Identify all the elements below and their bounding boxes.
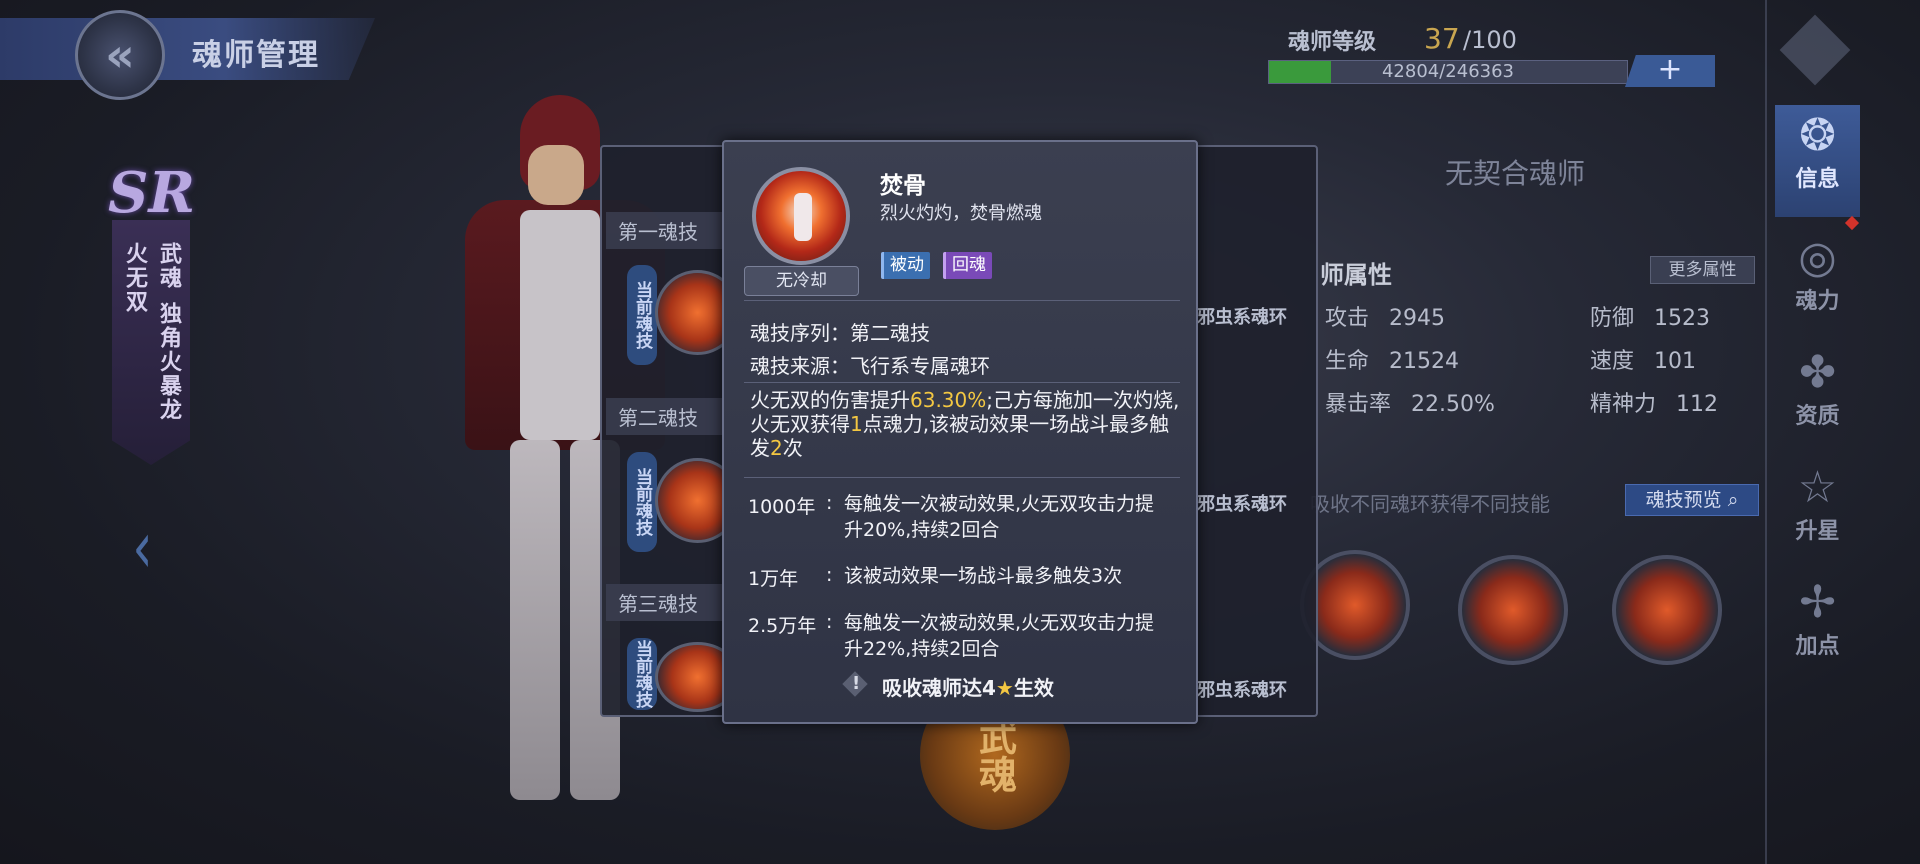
star-up-icon: ☆ xyxy=(1797,462,1838,513)
more-attributes-button[interactable]: 更多属性 xyxy=(1650,256,1755,284)
tier-colon: : xyxy=(826,564,833,586)
skill-portrait-icon xyxy=(752,167,850,265)
skill-name: 焚骨 xyxy=(880,173,926,199)
attr-attack: 攻击 2945 xyxy=(1325,306,1446,331)
soul-ring-slot[interactable] xyxy=(1458,555,1568,665)
tag-return-soul: 回魂 xyxy=(943,252,992,279)
level-max: /100 xyxy=(1463,26,1517,54)
character-name: 火无双 xyxy=(122,242,147,314)
level-label: 魂师等级 xyxy=(1288,30,1377,55)
back-chevron-icon: « xyxy=(105,28,135,82)
notification-dot-icon xyxy=(1844,215,1860,231)
partner-status: 无契合魂师 xyxy=(1445,157,1586,190)
skill-section-3[interactable]: 第三魂技 xyxy=(606,584,724,621)
exp-text: 42804/246363 xyxy=(1381,61,1515,82)
tier-year: 2.5万年 xyxy=(748,615,817,637)
skill-section-2[interactable]: 第二魂技 xyxy=(606,398,724,435)
nav-add-point[interactable]: ✢ 加点 xyxy=(1775,578,1860,660)
skill-section-1[interactable]: 第一魂技 xyxy=(606,212,724,249)
nav-star-up[interactable]: ☆ 升星 xyxy=(1775,463,1860,545)
tier-colon: : xyxy=(826,492,833,514)
attr-defense: 防御 1523 xyxy=(1590,306,1711,331)
nav-info[interactable]: ❂ 信息 xyxy=(1775,105,1860,217)
skill-description: 火无双的伤害提升63.30%;己方每施加一次灼烧,火无双获得1点魂力,该被动效果… xyxy=(750,388,1180,460)
menu-diamond-icon[interactable] xyxy=(1779,14,1851,86)
level-up-button[interactable]: + xyxy=(1625,55,1715,87)
game-screen: « 魂师管理 SR 火无双 武魂 独角火暴龙 ‹ 魂师等级 37 /100 42… xyxy=(0,0,1920,864)
skill-detail-popup: 无冷却 焚骨 烈火灼灼，焚骨燃魂 被动 回魂 魂技序列：第二魂技 魂技来源：飞行… xyxy=(722,140,1198,724)
search-icon: ⌕ xyxy=(1727,489,1739,511)
attr-hp: 生命 21524 xyxy=(1325,349,1460,374)
nav-aptitude[interactable]: ✤ 资质 xyxy=(1775,348,1860,430)
ring-absorb-note: 吸收不同魂环获得不同技能 xyxy=(1310,492,1550,516)
attributes-title: 师属性 xyxy=(1320,261,1392,289)
info-icon: ❂ xyxy=(1799,110,1836,161)
attr-spirit: 精神力 112 xyxy=(1590,392,1719,417)
skill-source: 魂技来源：飞行系专属魂环 xyxy=(750,354,990,378)
star-icon: ★ xyxy=(995,676,1014,700)
ring-type-label: 邪虫系魂环 xyxy=(1197,494,1287,515)
martial-soul-name: 独角火暴龙 xyxy=(156,302,181,422)
tier-colon: : xyxy=(826,611,833,633)
attr-crit: 暴击率 22.50% xyxy=(1325,392,1495,417)
exclamation-icon: ! xyxy=(852,673,861,694)
cooldown-label: 无冷却 xyxy=(744,266,859,296)
back-button[interactable]: « xyxy=(75,10,165,100)
tier-year: 1万年 xyxy=(748,568,799,590)
tier-year: 1000年 xyxy=(748,496,816,518)
page-title: 魂师管理 xyxy=(192,38,320,73)
nav-soul-power[interactable]: ◎ 魂力 xyxy=(1775,233,1860,315)
ring-type-label: 邪虫系魂环 xyxy=(1197,680,1287,701)
martial-soul-label: 武魂 xyxy=(156,242,181,290)
tier-effect: 每触发一次被动效果,火无双攻击力提升22%,持续2回合 xyxy=(844,612,1155,660)
ring-type-label: 邪虫系魂环 xyxy=(1197,307,1287,328)
skill-subtitle: 烈火灼灼，焚骨燃魂 xyxy=(880,203,1042,224)
soul-ring-slot[interactable] xyxy=(1612,555,1722,665)
add-point-icon: ✢ xyxy=(1799,577,1836,628)
divider xyxy=(744,300,1180,301)
aptitude-icon: ✤ xyxy=(1799,347,1836,398)
activation-condition: 吸收魂师达4★生效 xyxy=(882,676,1054,700)
level-current: 37 xyxy=(1424,22,1460,55)
rarity-badge: SR xyxy=(108,160,195,226)
tier-effect: 每触发一次被动效果,火无双攻击力提升20%,持续2回合 xyxy=(844,493,1155,541)
prev-character-arrow-icon[interactable]: ‹ xyxy=(132,505,152,589)
exp-bar: 42804/246363 xyxy=(1268,60,1628,84)
current-skill-tag: 当前魂技 xyxy=(627,638,657,710)
skill-preview-button[interactable]: 魂技预览 ⌕ xyxy=(1625,484,1759,516)
skill-sequence: 魂技序列：第二魂技 xyxy=(750,321,930,345)
tier-effect: 该被动效果一场战斗最多触发3次 xyxy=(844,565,1123,587)
divider xyxy=(744,382,1180,383)
soul-power-icon: ◎ xyxy=(1798,232,1837,283)
attr-speed: 速度 101 xyxy=(1590,349,1697,374)
nav-divider xyxy=(1765,0,1767,864)
current-skill-tag: 当前魂技 xyxy=(627,265,657,365)
divider xyxy=(744,477,1180,478)
tag-passive: 被动 xyxy=(881,252,930,279)
current-skill-tag: 当前魂技 xyxy=(627,452,657,552)
